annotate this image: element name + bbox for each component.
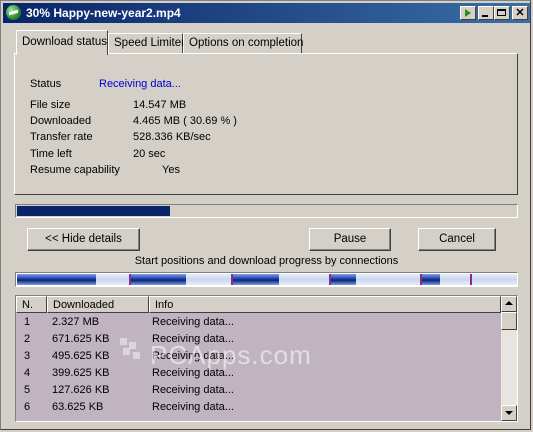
hide-details-button[interactable]: << Hide details (27, 228, 140, 251)
tab-speed-limiter[interactable]: Speed Limiter (108, 33, 185, 54)
column-header-number[interactable]: N. (16, 296, 47, 313)
connection-remaining (96, 274, 129, 285)
row-info: Receiving data... (152, 316, 234, 328)
vertical-scrollbar[interactable] (501, 296, 517, 421)
maximize-button[interactable] (494, 6, 510, 20)
close-button[interactable]: ✕ (512, 6, 528, 20)
connection-remaining (472, 274, 517, 285)
table-row[interactable]: 1 2.327 MB Receiving data... (16, 314, 500, 331)
connection-remaining (279, 274, 329, 285)
table-row[interactable]: 6 63.625 KB Receiving data... (16, 399, 500, 416)
row-downloaded: 127.626 KB (52, 384, 110, 396)
scroll-down-icon[interactable] (501, 405, 517, 421)
connection-remaining (440, 274, 470, 285)
connection-remaining (186, 274, 231, 285)
download-status-panel (14, 53, 518, 195)
download-progress-fill (17, 206, 170, 216)
row-downloaded: 2.327 MB (52, 316, 100, 328)
connections-caption: Start positions and download progress by… (134, 255, 399, 267)
minimize-button[interactable] (478, 6, 494, 20)
row-number: 1 (24, 316, 31, 328)
tab-download-status[interactable]: Download status (16, 30, 108, 55)
row-downloaded: 495.625 KB (52, 350, 110, 362)
row-info: Receiving data... (152, 401, 234, 413)
download-progress-bar (15, 204, 518, 218)
play-icon[interactable] (460, 6, 476, 20)
cancel-button[interactable]: Cancel (418, 228, 496, 251)
window-title: 30% Happy-new-year2.mp4 (26, 6, 181, 20)
row-number: 2 (24, 333, 31, 345)
row-downloaded: 63.625 KB (52, 401, 104, 413)
scroll-thumb[interactable] (501, 312, 517, 330)
row-number: 5 (24, 384, 31, 396)
connection-segment (331, 274, 356, 285)
row-info: Receiving data... (152, 384, 234, 396)
tab-options-on-completion[interactable]: Options on completion (183, 33, 303, 54)
connection-remaining (356, 274, 420, 285)
scroll-up-icon[interactable] (501, 296, 517, 312)
column-header-downloaded[interactable]: Downloaded (47, 296, 149, 313)
connection-segment (17, 274, 96, 285)
row-downloaded: 671.625 KB (52, 333, 110, 345)
row-downloaded: 399.625 KB (52, 367, 110, 379)
column-header-info[interactable]: Info (149, 296, 501, 313)
connection-segment (233, 274, 279, 285)
title-bar[interactable]: 30% Happy-new-year2.mp4 ✕ (3, 3, 530, 23)
watermark-text: PCApps.com (150, 340, 312, 370)
idm-app-icon[interactable] (6, 5, 21, 20)
row-number: 6 (24, 401, 31, 413)
watermark-logo-icon (120, 338, 146, 362)
row-number: 4 (24, 367, 31, 379)
connection-segment (131, 274, 186, 285)
connection-segment (422, 274, 440, 285)
pause-button[interactable]: Pause (309, 228, 391, 251)
table-row[interactable]: 5 127.626 KB Receiving data... (16, 382, 500, 399)
connections-progress-bar (15, 272, 518, 287)
row-number: 3 (24, 350, 31, 362)
